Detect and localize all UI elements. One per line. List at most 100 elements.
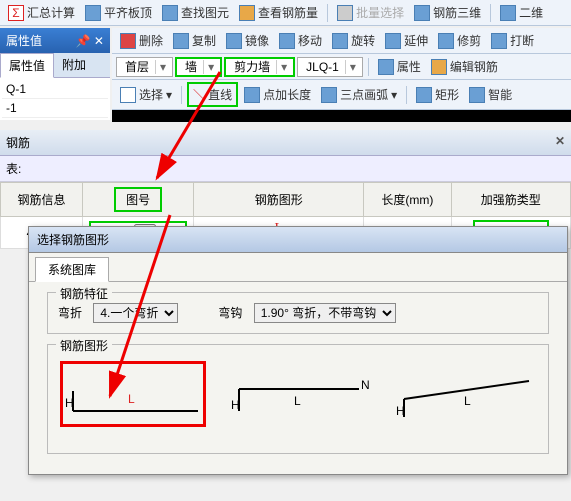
prop-row[interactable]: Q-1	[2, 80, 108, 99]
shape-list: HL HNL HL	[58, 355, 538, 433]
btn-rebar-qty[interactable]: 查看钢筋量	[235, 2, 322, 23]
col-num: 图号	[82, 183, 193, 217]
bend-select[interactable]: 4.一个弯折	[93, 303, 178, 323]
svg-text:L: L	[128, 392, 135, 406]
toolbar-edit: 删除 复制 镜像 移动 旋转 延伸 修剪 打断	[112, 28, 571, 54]
copy-icon	[173, 33, 189, 49]
align-icon	[85, 5, 101, 21]
btn-batch[interactable]: 批量选择	[333, 2, 408, 23]
chevron-down-icon: ▾	[276, 60, 291, 74]
btn-3d[interactable]: 钢筋三维	[410, 2, 485, 23]
smart-icon	[469, 87, 485, 103]
toolbar-top: Σ汇总计算 平齐板顶 查找图元 查看钢筋量 批量选择 钢筋三维 二维	[0, 0, 571, 26]
btn-extend[interactable]: 延伸	[381, 30, 432, 51]
toolbar-select: 首层▾ 墙▾ 剪力墙▾ JLQ-1▾ 属性 编辑钢筋	[112, 54, 571, 80]
grid-header: 钢筋 ✕	[0, 130, 571, 156]
batch-icon	[337, 5, 353, 21]
chevron-down-icon: ▾	[203, 60, 218, 74]
btn-rect[interactable]: 矩形	[412, 84, 463, 105]
group2-title: 钢筋图形	[56, 337, 112, 354]
btn-find[interactable]: 查找图元	[158, 2, 233, 23]
flat-icon	[500, 5, 516, 21]
btn-copy[interactable]: 复制	[169, 30, 220, 51]
btn-trim[interactable]: 修剪	[434, 30, 485, 51]
tab-prop[interactable]: 属性值	[0, 53, 54, 78]
btn-edit-rebar[interactable]: 编辑钢筋	[427, 56, 502, 77]
move-icon	[279, 33, 295, 49]
dd-name[interactable]: JLQ-1▾	[297, 57, 363, 77]
btn-addlen[interactable]: 点加长度	[240, 84, 315, 105]
viewport-strip	[112, 110, 571, 122]
sigma-icon: Σ	[8, 5, 24, 21]
chevron-down-icon: ▾	[345, 60, 360, 74]
dialog-tabs: 系统图库	[29, 253, 567, 282]
shape-svg: HL	[63, 369, 203, 419]
extend-icon	[385, 33, 401, 49]
rotate-icon	[332, 33, 348, 49]
btn-select[interactable]: 选择▾	[116, 84, 176, 105]
toolbar-draw: 选择▾ ＼直线 点加长度 三点画弧▾ 矩形 智能	[112, 80, 571, 110]
line-icon: ＼	[193, 86, 205, 103]
grid-label-row: 表:	[0, 156, 571, 182]
cursor-icon	[120, 87, 136, 103]
btn-rotate[interactable]: 旋转	[328, 30, 379, 51]
prop-icon	[378, 59, 394, 75]
shape-option-2[interactable]: HNL	[226, 361, 371, 427]
mirror-icon	[226, 33, 242, 49]
main-area: 删除 复制 镜像 移动 旋转 延伸 修剪 打断 首层▾ 墙▾ 剪力墙▾ JLQ-…	[112, 28, 571, 122]
btn-break[interactable]: 打断	[487, 30, 538, 51]
tab-extra[interactable]: 附加	[54, 53, 94, 77]
svg-text:L: L	[294, 394, 301, 408]
table-header-row: 钢筋信息 图号 钢筋图形 长度(mm) 加强筋类型	[1, 183, 571, 217]
svg-text:L: L	[464, 394, 471, 408]
btn-move[interactable]: 移动	[275, 30, 326, 51]
separator	[181, 86, 182, 104]
btn-mirror[interactable]: 镜像	[222, 30, 273, 51]
dd-type[interactable]: 剪力墙▾	[224, 57, 295, 77]
tab-system-lib[interactable]: 系统图库	[35, 257, 109, 282]
shape-option-3[interactable]: HL	[391, 361, 536, 427]
dd-floor[interactable]: 首层▾	[116, 57, 173, 77]
dialog-body: 钢筋特征 弯折 4.一个弯折 弯钩 1.90° 弯折，不带弯钩 钢筋图形 HL …	[29, 282, 567, 474]
col-shape: 钢筋图形	[194, 183, 364, 217]
break-icon	[491, 33, 507, 49]
property-panel: 属性值 📌 ✕ 属性值 附加 Q-1 -1	[0, 28, 110, 120]
grid-title: 钢筋	[6, 134, 30, 151]
chevron-down-icon: ▾	[391, 88, 397, 102]
rebar-icon	[239, 5, 255, 21]
prop-row[interactable]: -1	[2, 99, 108, 118]
btn-arc[interactable]: 三点画弧▾	[317, 84, 401, 105]
shape-dialog: 选择钢筋图形 系统图库 钢筋特征 弯折 4.一个弯折 弯钩 1.90° 弯折，不…	[28, 226, 568, 475]
btn-smart[interactable]: 智能	[465, 84, 516, 105]
btn-2d[interactable]: 二维	[496, 2, 547, 23]
grid-label: 表:	[6, 162, 21, 176]
btn-delete[interactable]: 删除	[116, 30, 167, 51]
panel-body: Q-1 -1	[0, 78, 110, 120]
bend-label: 弯折	[58, 306, 82, 320]
pin-icon[interactable]: 📌 ✕	[76, 34, 104, 48]
separator	[406, 86, 407, 104]
group-feature: 钢筋特征 弯折 4.一个弯折 弯钩 1.90° 弯折，不带弯钩	[47, 292, 549, 334]
btn-calc[interactable]: Σ汇总计算	[4, 2, 79, 23]
dd-category[interactable]: 墙▾	[175, 57, 222, 77]
panel-tabs: 属性值 附加	[0, 53, 110, 78]
arc-icon	[321, 87, 337, 103]
panel-title: 属性值	[6, 32, 42, 49]
point-icon	[244, 87, 260, 103]
close-icon[interactable]: ✕	[555, 134, 565, 151]
btn-prop[interactable]: 属性	[374, 56, 425, 77]
separator	[490, 4, 491, 22]
shape-option-1[interactable]: HL	[60, 361, 206, 427]
btn-line[interactable]: ＼直线	[187, 82, 238, 107]
group-shape: 钢筋图形 HL HNL HL	[47, 344, 549, 454]
col-len: 长度(mm)	[364, 183, 451, 217]
panel-header: 属性值 📌 ✕	[0, 28, 110, 53]
cube-icon	[414, 5, 430, 21]
separator	[368, 58, 369, 76]
btn-align[interactable]: 平齐板顶	[81, 2, 156, 23]
dialog-title: 选择钢筋图形	[29, 227, 567, 253]
shape-svg: HNL	[229, 369, 369, 419]
feature-row: 弯折 4.一个弯折 弯钩 1.90° 弯折，不带弯钩	[58, 303, 538, 323]
hook-select[interactable]: 1.90° 弯折，不带弯钩	[254, 303, 396, 323]
col-info: 钢筋信息	[1, 183, 83, 217]
